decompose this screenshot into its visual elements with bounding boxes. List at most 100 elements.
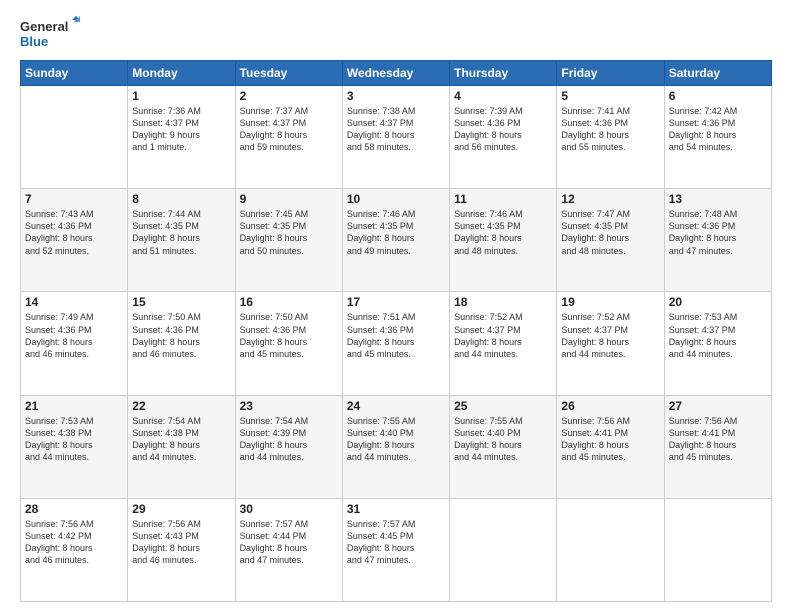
- calendar-cell: 6 Sunrise: 7:42 AM Sunset: 4:36 PM Daylig…: [664, 86, 771, 189]
- calendar-table: SundayMondayTuesdayWednesdayThursdayFrid…: [20, 60, 772, 602]
- calendar-cell: 30 Sunrise: 7:57 AM Sunset: 4:44 PM Dayli…: [235, 498, 342, 601]
- day-number: 21: [25, 399, 123, 413]
- calendar-cell: 20 Sunrise: 7:53 AM Sunset: 4:37 PM Dayli…: [664, 292, 771, 395]
- calendar-week-row: 28 Sunrise: 7:56 AM Sunset: 4:42 PM Dayli…: [21, 498, 772, 601]
- day-number: 28: [25, 502, 123, 516]
- calendar-cell: 4 Sunrise: 7:39 AM Sunset: 4:36 PM Daylig…: [450, 86, 557, 189]
- day-number: 1: [132, 89, 230, 103]
- day-number: 2: [240, 89, 338, 103]
- day-info: Sunrise: 7:53 AM Sunset: 4:37 PM Dayligh…: [669, 311, 767, 360]
- day-info: Sunrise: 7:56 AM Sunset: 4:43 PM Dayligh…: [132, 518, 230, 567]
- calendar-cell: 25Sunrise: 7:55 AM Sunset: 4:40 PM Dayli…: [450, 395, 557, 498]
- day-number: 20: [669, 295, 767, 309]
- day-info: Sunrise: 7:47 AM Sunset: 4:35 PM Dayligh…: [561, 208, 659, 257]
- calendar-cell: 16 Sunrise: 7:50 AM Sunset: 4:36 PM Dayli…: [235, 292, 342, 395]
- day-number: 3: [347, 89, 445, 103]
- calendar-week-row: 21 Sunrise: 7:53 AM Sunset: 4:38 PM Dayli…: [21, 395, 772, 498]
- day-number: 27: [669, 399, 767, 413]
- calendar-cell: 1 Sunrise: 7:36 AM Sunset: 4:37 PM Daylig…: [128, 86, 235, 189]
- calendar-cell: 15Sunrise: 7:50 AM Sunset: 4:36 PM Dayli…: [128, 292, 235, 395]
- day-info: Sunrise: 7:50 AM Sunset: 4:36 PM Dayligh…: [132, 311, 230, 360]
- calendar-cell: 3 Sunrise: 7:38 AM Sunset: 4:37 PM Daylig…: [342, 86, 449, 189]
- day-number: 6: [669, 89, 767, 103]
- weekday-header-monday: Monday: [128, 61, 235, 86]
- day-info: Sunrise: 7:36 AM Sunset: 4:37 PM Dayligh…: [132, 105, 230, 154]
- day-info: Sunrise: 7:52 AM Sunset: 4:37 PM Dayligh…: [454, 311, 552, 360]
- day-info: Sunrise: 7:38 AM Sunset: 4:37 PM Dayligh…: [347, 105, 445, 154]
- day-number: 30: [240, 502, 338, 516]
- logo: General Blue: [20, 16, 80, 52]
- calendar-week-row: 14 Sunrise: 7:49 AM Sunset: 4:36 PM Dayli…: [21, 292, 772, 395]
- weekday-header-thursday: Thursday: [450, 61, 557, 86]
- calendar-cell: 31 Sunrise: 7:57 AM Sunset: 4:45 PM Dayli…: [342, 498, 449, 601]
- logo-svg: General Blue: [20, 16, 80, 52]
- day-number: 4: [454, 89, 552, 103]
- svg-text:General: General: [20, 19, 68, 34]
- calendar-cell: 29 Sunrise: 7:56 AM Sunset: 4:43 PM Dayli…: [128, 498, 235, 601]
- day-info: Sunrise: 7:42 AM Sunset: 4:36 PM Dayligh…: [669, 105, 767, 154]
- day-info: Sunrise: 7:48 AM Sunset: 4:36 PM Dayligh…: [669, 208, 767, 257]
- calendar-cell: 12 Sunrise: 7:47 AM Sunset: 4:35 PM Dayli…: [557, 189, 664, 292]
- day-info: Sunrise: 7:41 AM Sunset: 4:36 PM Dayligh…: [561, 105, 659, 154]
- day-number: 8: [132, 192, 230, 206]
- day-info: Sunrise: 7:50 AM Sunset: 4:36 PM Dayligh…: [240, 311, 338, 360]
- day-number: 16: [240, 295, 338, 309]
- calendar-cell: 24 Sunrise: 7:55 AM Sunset: 4:40 PM Dayli…: [342, 395, 449, 498]
- calendar-cell: [21, 86, 128, 189]
- header: General Blue: [20, 16, 772, 52]
- day-number: 18: [454, 295, 552, 309]
- weekday-header-friday: Friday: [557, 61, 664, 86]
- calendar-cell: 5 Sunrise: 7:41 AM Sunset: 4:36 PM Daylig…: [557, 86, 664, 189]
- day-number: 10: [347, 192, 445, 206]
- day-info: Sunrise: 7:49 AM Sunset: 4:36 PM Dayligh…: [25, 311, 123, 360]
- calendar-cell: 14 Sunrise: 7:49 AM Sunset: 4:36 PM Dayli…: [21, 292, 128, 395]
- day-info: Sunrise: 7:46 AM Sunset: 4:35 PM Dayligh…: [347, 208, 445, 257]
- day-number: 12: [561, 192, 659, 206]
- day-number: 26: [561, 399, 659, 413]
- day-info: Sunrise: 7:52 AM Sunset: 4:37 PM Dayligh…: [561, 311, 659, 360]
- svg-text:Blue: Blue: [20, 34, 48, 49]
- day-info: Sunrise: 7:39 AM Sunset: 4:36 PM Dayligh…: [454, 105, 552, 154]
- calendar-cell: 17Sunrise: 7:51 AM Sunset: 4:36 PM Dayli…: [342, 292, 449, 395]
- day-info: Sunrise: 7:37 AM Sunset: 4:37 PM Dayligh…: [240, 105, 338, 154]
- calendar-week-row: 7Sunrise: 7:43 AM Sunset: 4:36 PM Daylig…: [21, 189, 772, 292]
- day-info: Sunrise: 7:44 AM Sunset: 4:35 PM Dayligh…: [132, 208, 230, 257]
- weekday-header-tuesday: Tuesday: [235, 61, 342, 86]
- day-info: Sunrise: 7:54 AM Sunset: 4:38 PM Dayligh…: [132, 415, 230, 464]
- calendar-cell: 2 Sunrise: 7:37 AM Sunset: 4:37 PM Daylig…: [235, 86, 342, 189]
- day-number: 9: [240, 192, 338, 206]
- day-info: Sunrise: 7:57 AM Sunset: 4:45 PM Dayligh…: [347, 518, 445, 567]
- day-info: Sunrise: 7:55 AM Sunset: 4:40 PM Dayligh…: [454, 415, 552, 464]
- calendar-cell: 23Sunrise: 7:54 AM Sunset: 4:39 PM Dayli…: [235, 395, 342, 498]
- day-info: Sunrise: 7:53 AM Sunset: 4:38 PM Dayligh…: [25, 415, 123, 464]
- calendar-week-row: 1 Sunrise: 7:36 AM Sunset: 4:37 PM Daylig…: [21, 86, 772, 189]
- day-number: 17: [347, 295, 445, 309]
- calendar-cell: 19 Sunrise: 7:52 AM Sunset: 4:37 PM Dayli…: [557, 292, 664, 395]
- day-info: Sunrise: 7:55 AM Sunset: 4:40 PM Dayligh…: [347, 415, 445, 464]
- day-info: Sunrise: 7:56 AM Sunset: 4:41 PM Dayligh…: [669, 415, 767, 464]
- day-info: Sunrise: 7:46 AM Sunset: 4:35 PM Dayligh…: [454, 208, 552, 257]
- day-info: Sunrise: 7:45 AM Sunset: 4:35 PM Dayligh…: [240, 208, 338, 257]
- calendar-cell: 27 Sunrise: 7:56 AM Sunset: 4:41 PM Dayli…: [664, 395, 771, 498]
- calendar-cell: 9 Sunrise: 7:45 AM Sunset: 4:35 PM Daylig…: [235, 189, 342, 292]
- day-number: 29: [132, 502, 230, 516]
- day-number: 19: [561, 295, 659, 309]
- day-number: 5: [561, 89, 659, 103]
- calendar-cell: 10 Sunrise: 7:46 AM Sunset: 4:35 PM Dayli…: [342, 189, 449, 292]
- day-number: 24: [347, 399, 445, 413]
- day-number: 11: [454, 192, 552, 206]
- calendar-cell: [450, 498, 557, 601]
- day-info: Sunrise: 7:56 AM Sunset: 4:41 PM Dayligh…: [561, 415, 659, 464]
- weekday-header-saturday: Saturday: [664, 61, 771, 86]
- calendar-cell: 13Sunrise: 7:48 AM Sunset: 4:36 PM Dayli…: [664, 189, 771, 292]
- calendar-cell: 22Sunrise: 7:54 AM Sunset: 4:38 PM Dayli…: [128, 395, 235, 498]
- weekday-header-sunday: Sunday: [21, 61, 128, 86]
- calendar-cell: 11 Sunrise: 7:46 AM Sunset: 4:35 PM Dayli…: [450, 189, 557, 292]
- day-number: 31: [347, 502, 445, 516]
- calendar-cell: 18 Sunrise: 7:52 AM Sunset: 4:37 PM Dayli…: [450, 292, 557, 395]
- day-info: Sunrise: 7:57 AM Sunset: 4:44 PM Dayligh…: [240, 518, 338, 567]
- day-number: 14: [25, 295, 123, 309]
- day-info: Sunrise: 7:56 AM Sunset: 4:42 PM Dayligh…: [25, 518, 123, 567]
- calendar-cell: [557, 498, 664, 601]
- calendar-cell: 26 Sunrise: 7:56 AM Sunset: 4:41 PM Dayli…: [557, 395, 664, 498]
